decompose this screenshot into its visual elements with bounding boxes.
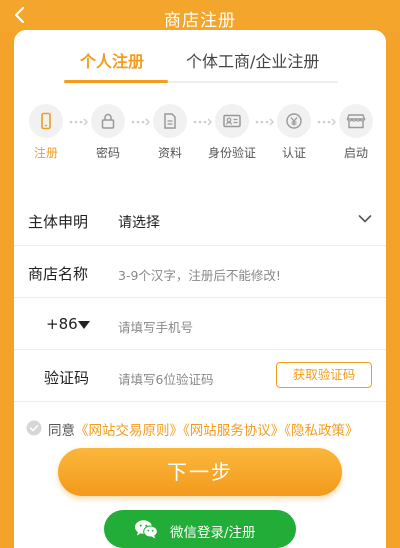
tab-divider: [168, 81, 338, 83]
document-icon: [164, 113, 176, 129]
verification-code-row: 验证码 请填写6位验证码 获取验证码: [14, 350, 386, 402]
step-label: 资料: [157, 146, 182, 160]
tab-business-registration[interactable]: 个体工商/企业注册: [186, 48, 319, 72]
phone-row: +86 请填写手机号: [14, 298, 386, 350]
subject-declaration-select[interactable]: 请选择: [118, 212, 160, 232]
page-title: 商店注册: [164, 11, 236, 31]
country-code-selector[interactable]: +86: [46, 315, 78, 333]
registration-card: 个人注册 个体工商/企业注册 注册 密码 资料 身份验证 认证 启动 主体申明 …: [14, 30, 386, 548]
phone-input[interactable]: 请填写手机号: [118, 317, 193, 336]
next-step-button[interactable]: 下一步: [58, 448, 342, 496]
checkbox-icon[interactable]: [26, 420, 42, 436]
get-code-button[interactable]: 获取验证码: [276, 362, 372, 388]
shop-name-label: 商店名称: [28, 265, 89, 283]
subject-declaration-row[interactable]: 主体申明 请选择: [14, 194, 386, 246]
step-register: 注册: [22, 104, 70, 161]
step-identity: 身份验证: [208, 104, 256, 161]
step-profile: 资料: [146, 104, 194, 161]
step-launch: 启动: [332, 104, 380, 161]
verification-code-input[interactable]: 请填写6位验证码: [118, 369, 213, 388]
agreement-line: 同意《网站交易原则》《网站服务协议》《隐私政策》: [26, 418, 386, 440]
agreement-text: 同意《网站交易原则》《网站服务协议》《隐私政策》: [48, 419, 359, 439]
step-verify: 认证: [270, 104, 318, 161]
registration-tabs: 个人注册 个体工商/企业注册: [14, 30, 386, 88]
wechat-icon: [135, 520, 158, 539]
yen-icon: [286, 113, 302, 129]
lock-icon: [101, 113, 115, 129]
chevron-down-icon[interactable]: [358, 214, 372, 224]
tab-personal-registration[interactable]: 个人注册: [80, 48, 144, 72]
progress-steps: 注册 密码 资料 身份验证 认证 启动: [14, 104, 386, 164]
step-label: 启动: [343, 146, 368, 160]
step-label: 身份验证: [208, 146, 257, 160]
trading-principles-link[interactable]: 《网站交易原则》: [75, 423, 183, 439]
step-label: 认证: [281, 146, 306, 160]
header-bar: 商店注册: [0, 0, 400, 32]
step-password: 密码: [84, 104, 132, 161]
verification-code-label: 验证码: [44, 369, 90, 387]
id-card-icon: [223, 114, 241, 128]
wechat-login-label: 微信登录/注册: [170, 525, 256, 541]
wechat-login-button[interactable]: 微信登录/注册: [104, 510, 296, 548]
agreement-prefix: 同意: [48, 423, 75, 439]
privacy-policy-link[interactable]: 《隐私政策》: [284, 423, 358, 439]
step-label: 密码: [95, 146, 120, 160]
phone-icon: [41, 112, 51, 130]
step-label: 注册: [33, 146, 58, 160]
shop-name-row: 商店名称 3-9个汉字，注册后不能修改!: [14, 246, 386, 298]
service-agreement-link[interactable]: 《网站服务协议》: [183, 423, 284, 439]
active-tab-indicator: [64, 80, 168, 83]
subject-declaration-label: 主体申明: [28, 213, 89, 231]
caret-down-icon[interactable]: [78, 321, 90, 329]
shop-name-input[interactable]: 3-9个汉字，注册后不能修改!: [118, 265, 281, 284]
store-icon: [346, 114, 366, 129]
